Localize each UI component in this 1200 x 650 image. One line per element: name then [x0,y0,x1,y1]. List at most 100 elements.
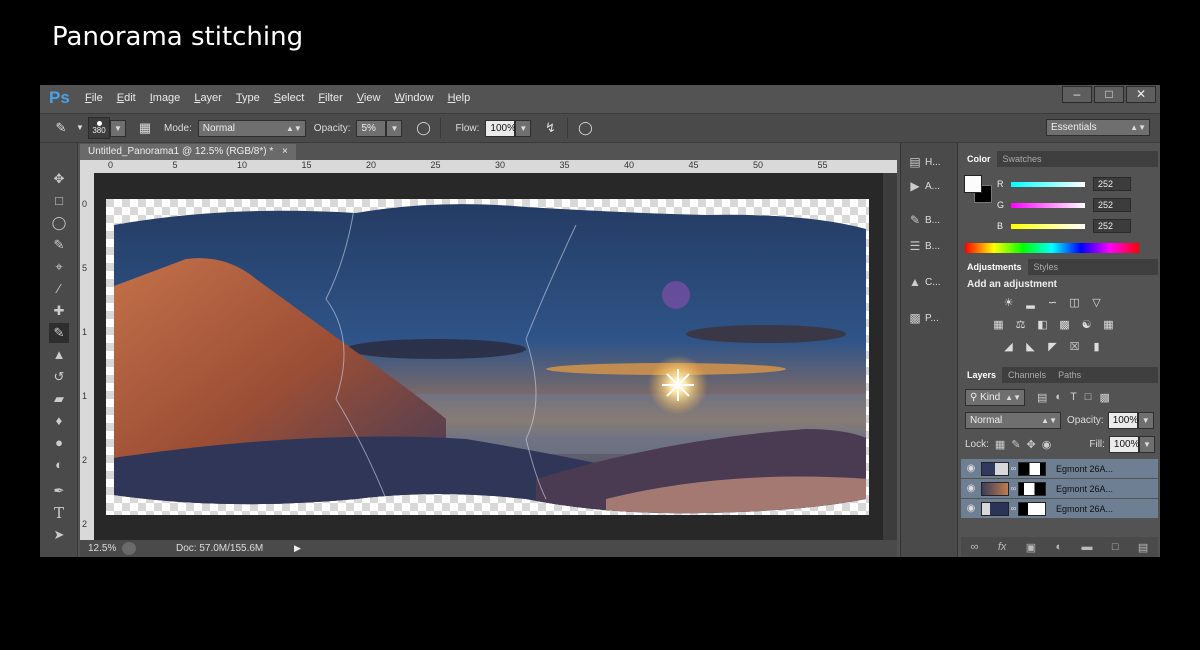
new-adjustment-icon[interactable]: ◐ [1056,541,1063,553]
stamp-icon[interactable]: ▲ [49,345,69,365]
menu-view[interactable]: View [357,92,381,104]
move-icon[interactable]: ✥ [49,169,69,189]
layer-row[interactable]: ◉ ∞ Egmont 26A... [961,499,1158,518]
fill-input[interactable]: 100% [1108,435,1140,453]
layer-name[interactable]: Egmont 26A... [1056,484,1113,494]
filter-type-icon[interactable]: T [1070,391,1077,403]
layer-opacity-input[interactable]: 100% [1107,411,1138,429]
menu-window[interactable]: Window [394,92,433,104]
lock-position-icon[interactable]: ✥ [1027,438,1036,451]
levels-icon[interactable]: ▂ [1023,297,1038,310]
panel-actions[interactable]: ▶ A... [905,175,940,197]
filter-smart-object-icon[interactable]: ▩ [1099,391,1109,404]
color-spectrum[interactable] [965,243,1139,253]
invert-icon[interactable]: ◢ [1001,341,1016,354]
exposure-icon[interactable]: ◫ [1067,297,1082,310]
zoom-level[interactable]: 12.5% [88,543,122,554]
new-layer-icon[interactable]: □ [1112,541,1119,553]
crop-icon[interactable]: ⌖ [49,257,69,277]
brush-size-dropdown[interactable]: ▼ [110,119,126,137]
color-balance-icon[interactable]: ⚖ [1013,319,1028,332]
flow-dropdown[interactable]: ▼ [515,119,532,137]
opacity-dropdown[interactable]: ▼ [386,119,403,137]
black-white-icon[interactable]: ◧ [1035,319,1050,332]
tab-color[interactable]: Color [961,151,997,167]
panel-clone-source[interactable]: ▲ C... [905,271,941,293]
menu-type[interactable]: Type [236,92,260,104]
close-button[interactable]: ✕ [1126,86,1156,103]
eye-icon[interactable]: ◉ [961,503,981,514]
brush-size-picker[interactable]: 380 [88,117,110,139]
green-value-input[interactable]: 252 [1093,198,1131,212]
selective-color-icon[interactable]: ☒ [1067,341,1082,354]
panel-brush-presets[interactable]: ✎ B... [905,209,940,231]
minimize-button[interactable]: – [1062,86,1092,103]
marquee-icon[interactable]: □ [49,191,69,211]
brush-icon[interactable]: ✎ [49,323,69,343]
menu-help[interactable]: Help [448,92,471,104]
channel-mixer-icon[interactable]: ☯ [1079,319,1094,332]
dodge-icon[interactable]: ◐ [49,455,69,475]
foreground-color-swatch[interactable] [964,175,982,193]
eraser-icon[interactable]: ▰ [49,389,69,409]
blue-slider[interactable] [1011,223,1085,229]
chain-link-icon[interactable]: ∞ [1009,484,1018,493]
menu-file[interactable]: File [85,92,103,104]
chain-link-icon[interactable]: ∞ [1009,504,1018,513]
menu-layer[interactable]: Layer [194,92,222,104]
mode-select[interactable]: Normal ▲▼ [197,119,306,137]
menu-filter[interactable]: Filter [318,92,342,104]
menu-edit[interactable]: Edit [117,92,136,104]
menu-select[interactable]: Select [274,92,305,104]
panel-properties[interactable]: ▩ P... [905,307,938,329]
add-mask-icon[interactable]: ▣ [1026,541,1036,554]
green-slider[interactable] [1011,202,1085,208]
type-icon[interactable]: T [49,503,69,523]
status-info-icon[interactable] [122,542,136,555]
red-value-input[interactable]: 252 [1093,177,1131,191]
eye-icon[interactable]: ◉ [961,463,981,474]
layer-name[interactable]: Egmont 26A... [1056,504,1113,514]
pressure-size-icon[interactable]: ◯ [574,118,596,138]
vibrance-icon[interactable]: ▽ [1089,297,1104,310]
preset-dropdown-icon[interactable]: ▼ [72,120,88,137]
layer-opacity-dropdown[interactable]: ▼ [1137,411,1154,429]
photo-filter-icon[interactable]: ▩ [1057,319,1072,332]
flow-input[interactable]: 100% [485,119,516,137]
curves-icon[interactable]: ∽ [1045,297,1060,310]
chain-link-icon[interactable]: ∞ [1009,464,1018,473]
filter-pixel-icon[interactable]: ▤ [1037,391,1047,404]
tab-styles[interactable]: Styles [1028,259,1065,275]
tab-layers[interactable]: Layers [961,367,1003,383]
threshold-icon[interactable]: ◤ [1045,341,1060,354]
pressure-opacity-icon[interactable]: ◯ [412,118,434,138]
lock-all-icon[interactable]: ◉ [1042,438,1052,451]
layer-kind-filter[interactable]: ⚲ Kind ▲▼ [965,388,1025,406]
filter-shape-icon[interactable]: □ [1085,391,1092,403]
airbrush-icon[interactable]: ↯ [539,118,561,138]
eye-icon[interactable]: ◉ [961,483,981,494]
layer-name[interactable]: Egmont 26A... [1056,464,1113,474]
lock-pixels-icon[interactable]: ✎ [1011,438,1020,451]
layer-mask-thumbnail[interactable] [1018,461,1046,476]
eyedropper-icon[interactable]: ⁄ [49,279,69,299]
quick-select-icon[interactable]: ✎ [49,235,69,255]
hue-saturation-icon[interactable]: ▦ [991,319,1006,332]
panel-brush[interactable]: ☰ B... [905,235,940,257]
blur-icon[interactable]: ● [49,433,69,453]
color-lookup-icon[interactable]: ▦ [1101,319,1116,332]
history-brush-icon[interactable]: ↺ [49,367,69,387]
brightness-contrast-icon[interactable]: ☀ [1001,297,1016,310]
panel-history[interactable]: ▤ H... [905,151,940,173]
layer-style-icon[interactable]: fx [998,541,1007,553]
delete-layer-icon[interactable]: ▤ [1138,541,1148,554]
layer-row[interactable]: ◉ ∞ Egmont 26A... [961,459,1158,478]
tab-adjustments[interactable]: Adjustments [961,259,1028,275]
filter-adjustment-icon[interactable]: ◐ [1055,391,1062,403]
healing-brush-icon[interactable]: ✚ [49,301,69,321]
blend-mode-select[interactable]: Normal ▲▼ [965,411,1061,429]
layer-row[interactable]: ◉ ∞ Egmont 26A... [961,479,1158,498]
layer-mask-thumbnail[interactable] [1018,501,1046,516]
vertical-scrollbar[interactable] [883,173,897,540]
opacity-input[interactable]: 5% [356,119,387,137]
